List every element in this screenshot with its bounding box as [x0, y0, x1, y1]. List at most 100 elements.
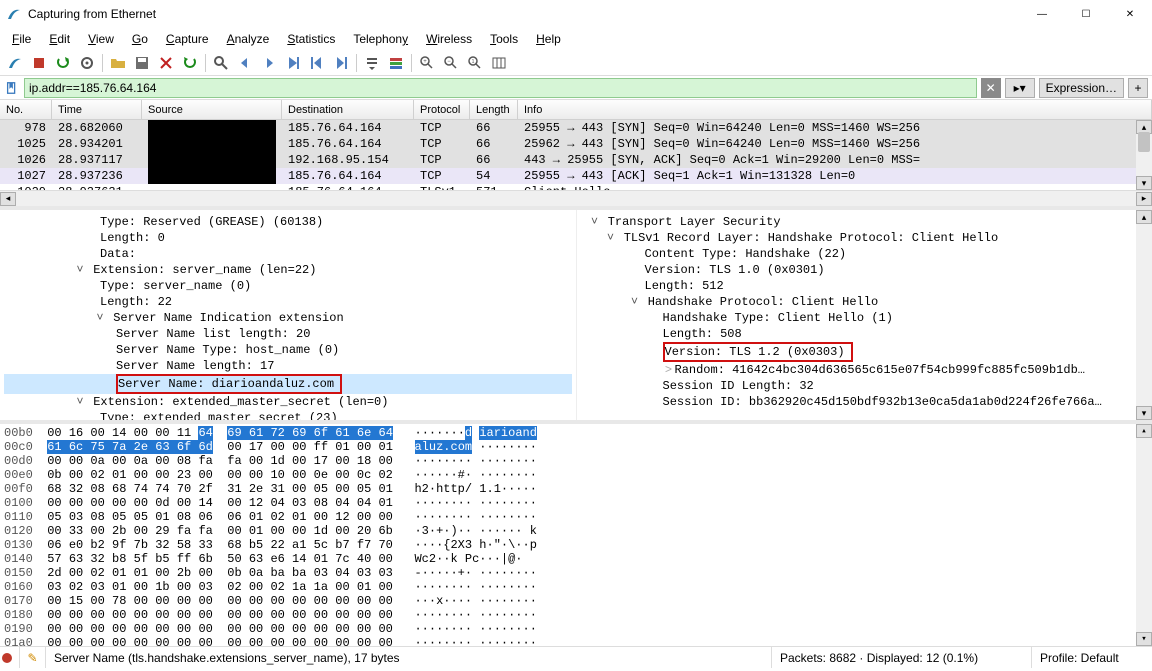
open-file-icon[interactable]	[107, 52, 129, 74]
hex-line[interactable]: 0130 06 e0 b2 9f 7b 32 58 33 68 b5 22 a1…	[4, 538, 1148, 552]
packet-details-pane[interactable]: Type: Reserved (GREASE) (60138)Length: 0…	[0, 210, 1152, 420]
hex-line[interactable]: 00d0 00 00 0a 00 0a 00 08 fa fa 00 1d 00…	[4, 454, 1148, 468]
detail-line[interactable]: Length: 0	[4, 230, 572, 246]
filter-nav-button[interactable]: ▸▾	[1005, 78, 1035, 98]
packet-row[interactable]: 97828.682060185.76.64.164TCP6625955 → 44…	[0, 120, 1152, 136]
detail-line[interactable]: Server Name: diarioandaluz.com	[4, 374, 572, 394]
resize-columns-icon[interactable]	[488, 52, 510, 74]
hex-line[interactable]: 0180 00 00 00 00 00 00 00 00 00 00 00 00…	[4, 608, 1148, 622]
expression-button[interactable]: Expression…	[1039, 78, 1124, 98]
menu-help[interactable]: Help	[528, 30, 569, 48]
packet-list-pane[interactable]: No. Time Source Destination Protocol Len…	[0, 100, 1152, 206]
detail-line[interactable]: Version: TLS 1.0 (0x0301)	[581, 262, 1149, 278]
go-forward-icon[interactable]	[258, 52, 280, 74]
menu-view[interactable]: View	[80, 30, 122, 48]
packet-row[interactable]: 102728.937236185.76.64.164TCP5425955 → 4…	[0, 168, 1152, 184]
auto-scroll-icon[interactable]	[361, 52, 383, 74]
hex-line[interactable]: 0120 00 33 00 2b 00 29 fa fa 00 01 00 00…	[4, 524, 1148, 538]
detail-line[interactable]: ˅ Server Name Indication extension	[4, 310, 572, 326]
edit-capture-comment-icon[interactable]: ✎	[25, 650, 41, 666]
hex-line[interactable]: 00c0 61 6c 75 7a 2e 63 6f 6d 00 17 00 00…	[4, 440, 1148, 454]
hex-vscroll[interactable]: ▴▾	[1136, 424, 1152, 646]
col-destination[interactable]: Destination	[282, 100, 414, 119]
detail-line[interactable]: Server Name length: 17	[4, 358, 572, 374]
hex-line[interactable]: 0190 00 00 00 00 00 00 00 00 00 00 00 00…	[4, 622, 1148, 636]
col-no[interactable]: No.	[0, 100, 52, 119]
menu-go[interactable]: Go	[124, 30, 156, 48]
bookmark-filter-icon[interactable]	[4, 80, 20, 96]
menu-statistics[interactable]: Statistics	[279, 30, 343, 48]
detail-line[interactable]: Length: 22	[4, 294, 572, 310]
detail-line[interactable]: Version: TLS 1.2 (0x0303)	[581, 342, 1149, 362]
hex-line[interactable]: 00b0 00 16 00 14 00 00 11 64 69 61 72 69…	[4, 426, 1148, 440]
zoom-out-icon[interactable]: −	[440, 52, 462, 74]
window-maximize[interactable]: ☐	[1064, 0, 1108, 28]
detail-line[interactable]: ˅ Extension: server_name (len=22)	[4, 262, 572, 278]
hex-line[interactable]: 01a0 00 00 00 00 00 00 00 00 00 00 00 00…	[4, 636, 1148, 646]
detail-line[interactable]: Type: Reserved (GREASE) (60138)	[4, 214, 572, 230]
detail-line[interactable]: Session ID: bb362920c45d150bdf932b13e0ca…	[581, 394, 1149, 410]
hex-line[interactable]: 0160 03 02 03 01 00 1b 00 03 02 00 02 1a…	[4, 580, 1148, 594]
col-source[interactable]: Source	[142, 100, 282, 119]
detail-line[interactable]: Length: 512	[581, 278, 1149, 294]
hex-line[interactable]: 0140 57 63 32 b8 5f b5 ff 6b 50 63 e6 14…	[4, 552, 1148, 566]
detail-line[interactable]: Server Name Type: host_name (0)	[4, 342, 572, 358]
col-length[interactable]: Length	[470, 100, 518, 119]
window-close[interactable]: ✕	[1108, 0, 1152, 28]
clear-filter-button[interactable]: ✕	[981, 78, 1001, 98]
restart-capture-icon[interactable]	[52, 52, 74, 74]
packet-list-vscroll[interactable]: ▴▾	[1136, 120, 1152, 190]
stop-capture-icon[interactable]	[28, 52, 50, 74]
detail-line[interactable]: ˅ Handshake Protocol: Client Hello	[581, 294, 1149, 310]
packet-bytes-pane[interactable]: ▴▾ 00b0 00 16 00 14 00 00 11 64 69 61 72…	[0, 424, 1152, 646]
hex-line[interactable]: 0110 05 03 08 05 05 01 08 06 06 01 02 01…	[4, 510, 1148, 524]
details-vscroll[interactable]: ▴▾	[1136, 210, 1152, 420]
packet-row[interactable]: 102528.934201185.76.64.164TCP6625962 → 4…	[0, 136, 1152, 152]
packet-row[interactable]: 102628.937117192.168.95.154TCP66443 → 25…	[0, 152, 1152, 168]
go-to-packet-icon[interactable]	[282, 52, 304, 74]
display-filter-input[interactable]	[24, 78, 977, 98]
menu-capture[interactable]: Capture	[158, 30, 217, 48]
capture-options-icon[interactable]	[76, 52, 98, 74]
menu-tools[interactable]: Tools	[482, 30, 526, 48]
menu-edit[interactable]: Edit	[41, 30, 78, 48]
detail-line[interactable]: Content Type: Handshake (22)	[581, 246, 1149, 262]
detail-line[interactable]: Handshake Type: Client Hello (1)	[581, 310, 1149, 326]
hex-line[interactable]: 0150 2d 00 02 01 01 00 2b 00 0b 0a ba ba…	[4, 566, 1148, 580]
detail-line[interactable]: ˅ TLSv1 Record Layer: Handshake Protocol…	[581, 230, 1149, 246]
go-first-icon[interactable]	[306, 52, 328, 74]
reload-icon[interactable]	[179, 52, 201, 74]
hex-line[interactable]: 0170 00 15 00 78 00 00 00 00 00 00 00 00…	[4, 594, 1148, 608]
menu-file[interactable]: File	[4, 30, 39, 48]
hex-line[interactable]: 00e0 0b 00 02 01 00 00 23 00 00 00 10 00…	[4, 468, 1148, 482]
detail-line[interactable]: ˅ Extension: extended_master_secret (len…	[4, 394, 572, 410]
save-file-icon[interactable]	[131, 52, 153, 74]
detail-line[interactable]: ˅ Transport Layer Security	[581, 214, 1149, 230]
status-profile[interactable]: Profile: Default	[1032, 647, 1152, 668]
add-filter-button[interactable]: +	[1128, 78, 1148, 98]
close-file-icon[interactable]	[155, 52, 177, 74]
zoom-reset-icon[interactable]: 1	[464, 52, 486, 74]
window-minimize[interactable]: ―	[1020, 0, 1064, 28]
menu-telephony[interactable]: Telephony	[345, 30, 416, 48]
zoom-in-icon[interactable]: +	[416, 52, 438, 74]
detail-line[interactable]: Session ID Length: 32	[581, 378, 1149, 394]
start-capture-icon[interactable]	[4, 52, 26, 74]
hex-line[interactable]: 0100 00 00 00 00 00 0d 00 14 00 12 04 03…	[4, 496, 1148, 510]
col-time[interactable]: Time	[52, 100, 142, 119]
go-last-icon[interactable]	[330, 52, 352, 74]
detail-line[interactable]: Server Name list length: 20	[4, 326, 572, 342]
packet-list-hscroll[interactable]: ◂▸	[0, 190, 1152, 206]
col-protocol[interactable]: Protocol	[414, 100, 470, 119]
hex-line[interactable]: 00f0 68 32 08 68 74 74 70 2f 31 2e 31 00…	[4, 482, 1148, 496]
menu-analyze[interactable]: Analyze	[219, 30, 278, 48]
detail-line[interactable]: Data:	[4, 246, 572, 262]
colorize-icon[interactable]	[385, 52, 407, 74]
menu-wireless[interactable]: Wireless	[418, 30, 480, 48]
expert-info-icon[interactable]	[2, 653, 12, 663]
detail-line[interactable]: >Random: 41642c4bc304d636565c615e07f54cb…	[581, 362, 1149, 378]
go-back-icon[interactable]	[234, 52, 256, 74]
find-packet-icon[interactable]	[210, 52, 232, 74]
col-info[interactable]: Info	[518, 100, 1152, 119]
detail-line[interactable]: Length: 508	[581, 326, 1149, 342]
